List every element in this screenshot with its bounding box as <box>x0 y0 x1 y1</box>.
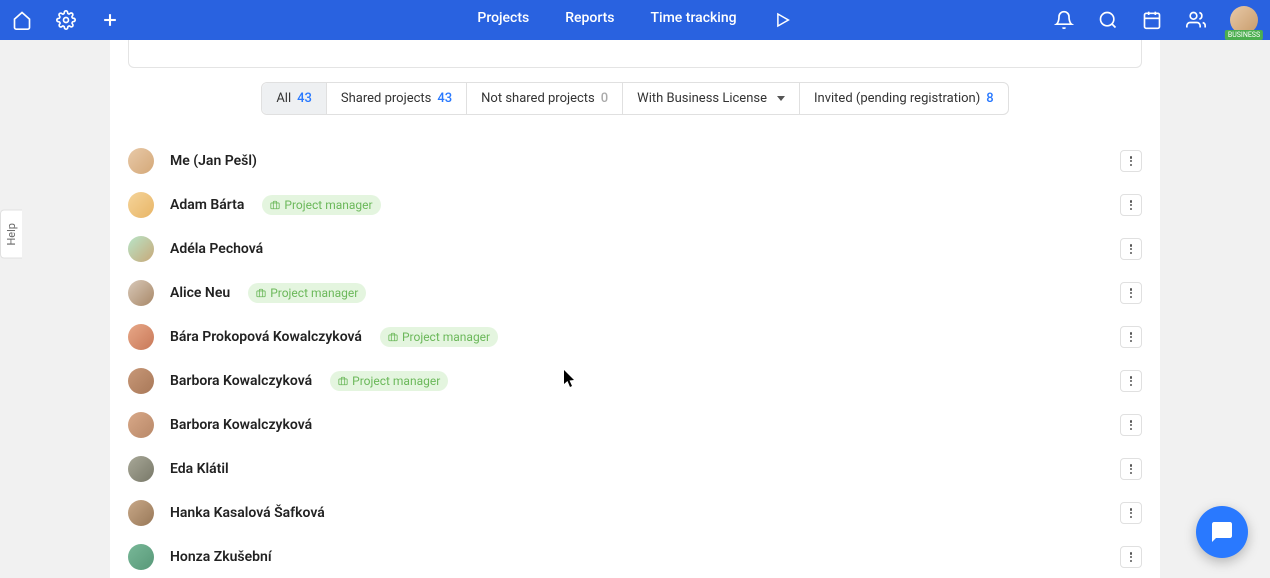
dots-vertical-icon <box>1130 156 1133 166</box>
bell-icon[interactable] <box>1054 10 1074 30</box>
home-icon[interactable] <box>12 10 32 30</box>
more-options-button[interactable] <box>1120 414 1142 436</box>
more-options-button[interactable] <box>1120 502 1142 524</box>
header-right <box>1054 6 1258 34</box>
user-row[interactable]: Adam Bárta Project manager <box>124 183 1146 227</box>
app-header: Projects Reports Time tracking <box>0 0 1270 40</box>
avatar[interactable] <box>128 280 154 306</box>
user-row[interactable]: Hanka Kasalová Šafková <box>124 491 1146 535</box>
content-panel: All 43 Shared projects 43 Not shared project… <box>110 40 1160 578</box>
user-name: Alice Neu <box>170 285 230 301</box>
nav-projects[interactable]: Projects <box>477 10 529 30</box>
nav-reports[interactable]: Reports <box>565 10 614 30</box>
dots-vertical-icon <box>1130 200 1133 210</box>
role-badge: Project manager <box>262 195 380 215</box>
user-name: Adéla Pechová <box>170 241 263 257</box>
dots-vertical-icon <box>1130 464 1133 474</box>
user-list: Me (Jan Pešl)Adam BártaProject managerAd… <box>124 131 1146 578</box>
plus-icon[interactable] <box>100 10 120 30</box>
dots-vertical-icon <box>1130 244 1133 254</box>
avatar[interactable] <box>128 500 154 526</box>
role-badge: Project manager <box>330 371 448 391</box>
filter-tab-0[interactable]: All 43 <box>262 83 327 114</box>
avatar[interactable] <box>128 368 154 394</box>
dots-vertical-icon <box>1130 332 1133 342</box>
filter-count: 43 <box>437 91 452 106</box>
briefcase-icon <box>256 288 266 298</box>
briefcase-icon <box>270 200 280 210</box>
role-badge: Project manager <box>248 283 366 303</box>
user-name: Eda Klátil <box>170 461 229 477</box>
more-options-button[interactable] <box>1120 370 1142 392</box>
user-row[interactable]: Barbora Kowalczyková <box>124 403 1146 447</box>
dots-vertical-icon <box>1130 508 1133 518</box>
more-options-button[interactable] <box>1120 326 1142 348</box>
filter-label: All <box>276 91 291 106</box>
dots-vertical-icon <box>1130 288 1133 298</box>
chat-bubble-button[interactable] <box>1196 506 1248 558</box>
user-name: Barbora Kowalczyková <box>170 373 312 389</box>
briefcase-icon <box>388 332 398 342</box>
play-icon[interactable] <box>773 10 793 30</box>
search-icon[interactable] <box>1098 10 1118 30</box>
user-row[interactable]: Barbora Kowalczyková Project manager <box>124 359 1146 403</box>
gear-icon[interactable] <box>56 10 76 30</box>
more-options-button[interactable] <box>1120 150 1142 172</box>
user-name: Hanka Kasalová Šafková <box>170 505 325 521</box>
more-options-button[interactable] <box>1120 238 1142 260</box>
role-badge: Project manager <box>380 327 498 347</box>
avatar[interactable] <box>128 192 154 218</box>
user-name: Barbora Kowalczyková <box>170 417 312 433</box>
filter-tabs: All 43 Shared projects 43 Not shared project… <box>261 82 1008 115</box>
dots-vertical-icon <box>1130 552 1133 562</box>
more-options-button[interactable] <box>1120 458 1142 480</box>
header-nav: Projects Reports Time tracking <box>477 10 792 30</box>
more-options-button[interactable] <box>1120 194 1142 216</box>
user-row[interactable]: Alice Neu Project manager <box>124 271 1146 315</box>
filter-label: Not shared projects <box>481 91 595 106</box>
filter-count: 0 <box>601 91 608 106</box>
avatar[interactable] <box>128 148 154 174</box>
chevron-down-icon <box>777 96 785 101</box>
header-left <box>12 10 120 30</box>
page-body: Help All 43 Shared projects 43 Not shared pr… <box>0 40 1270 578</box>
filter-count: 43 <box>297 91 312 106</box>
avatar[interactable] <box>128 412 154 438</box>
dots-vertical-icon <box>1130 376 1133 386</box>
filter-tab-4[interactable]: Invited (pending registration) 8 <box>800 83 1008 114</box>
user-row[interactable]: Honza Zkušební <box>124 535 1146 578</box>
user-row[interactable]: Bára Prokopová Kowalczyková Project manag… <box>124 315 1146 359</box>
filter-tab-1[interactable]: Shared projects 43 <box>327 83 467 114</box>
user-row[interactable]: Adéla Pechová <box>124 227 1146 271</box>
user-name: Honza Zkušební <box>170 549 272 565</box>
avatar[interactable] <box>128 324 154 350</box>
avatar[interactable] <box>128 236 154 262</box>
filter-tab-2[interactable]: Not shared projects 0 <box>467 83 623 114</box>
dots-vertical-icon <box>1130 420 1133 430</box>
calendar-icon[interactable] <box>1142 10 1162 30</box>
user-row[interactable]: Me (Jan Pešl) <box>124 139 1146 183</box>
briefcase-icon <box>338 376 348 386</box>
filter-tab-3[interactable]: With Business License <box>623 83 800 114</box>
users-icon[interactable] <box>1186 10 1206 30</box>
account-avatar[interactable] <box>1230 6 1258 34</box>
user-row[interactable]: Eda Klátil <box>124 447 1146 491</box>
user-name: Me (Jan Pešl) <box>170 153 257 169</box>
user-name: Adam Bárta <box>170 197 244 213</box>
more-options-button[interactable] <box>1120 546 1142 568</box>
help-tab[interactable]: Help <box>0 210 22 259</box>
user-name: Bára Prokopová Kowalczyková <box>170 329 362 345</box>
filter-label: With Business License <box>637 91 767 106</box>
filter-count: 8 <box>986 91 993 106</box>
filter-label: Shared projects <box>341 91 431 106</box>
avatar[interactable] <box>128 456 154 482</box>
search-box-bottom[interactable] <box>128 40 1142 68</box>
nav-time-tracking[interactable]: Time tracking <box>651 10 737 30</box>
filter-label: Invited (pending registration) <box>814 91 980 106</box>
more-options-button[interactable] <box>1120 282 1142 304</box>
avatar[interactable] <box>128 544 154 570</box>
